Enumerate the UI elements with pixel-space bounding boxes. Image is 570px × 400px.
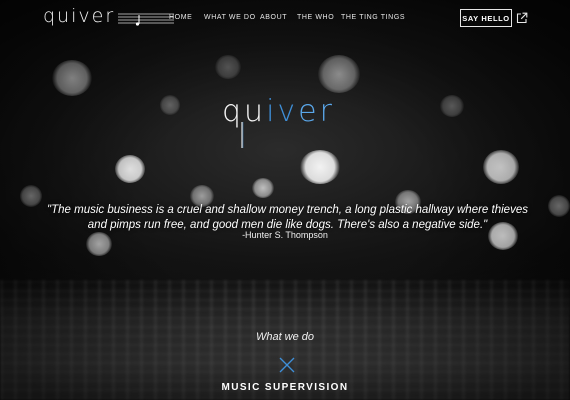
logo-text: quiver bbox=[43, 5, 116, 27]
nav-what-we-do[interactable]: WHAT WE DO bbox=[204, 14, 256, 21]
nav-home[interactable]: HOME bbox=[169, 14, 192, 21]
music-staff-icon bbox=[118, 13, 175, 26]
hero-quote: "The music business is a cruel and shall… bbox=[47, 204, 528, 231]
hero-logo-stem bbox=[241, 122, 244, 148]
nav-the-ting-tings[interactable]: THE TING TINGS bbox=[341, 14, 405, 21]
site-logo[interactable]: quiver bbox=[43, 5, 175, 33]
site-header: quiver HOME WHAT WE DO ABOUT THE WHO THE… bbox=[0, 0, 570, 38]
quote-author: -Hunter S. Thompson bbox=[242, 230, 328, 240]
what-we-do-heading: What we do bbox=[255, 331, 315, 343]
nav-the-who[interactable]: THE WHO bbox=[297, 14, 334, 21]
close-x-icon bbox=[279, 357, 295, 373]
external-link-icon[interactable] bbox=[516, 12, 528, 24]
music-supervision-title: MUSIC SUPERVISION bbox=[221, 382, 349, 393]
say-hello-button[interactable]: SAY HELLO bbox=[460, 9, 512, 27]
nav-about[interactable]: ABOUT bbox=[260, 14, 287, 21]
hero-logo: quiver bbox=[222, 92, 362, 162]
